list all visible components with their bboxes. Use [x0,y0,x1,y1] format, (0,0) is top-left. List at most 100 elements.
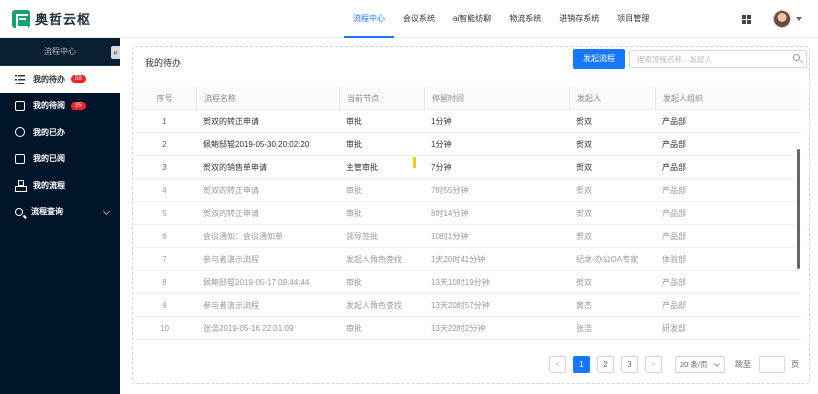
table-row[interactable]: 4 贺双的转正申请 审批 7时55分钟 贺双 产品部 [133,179,801,202]
cell-initiator-org: 体验部 [662,254,686,264]
cell-current-node: 审批 [346,139,362,149]
sidebar-item-label: 我的待办 [33,74,65,84]
cell-initiator-org: 产品部 [662,185,686,195]
cell-initiator-org: 产品部 [662,300,686,310]
jump-page-input[interactable] [759,356,785,373]
page-title: 我的待办 [145,58,182,68]
table-row[interactable]: 1 贺双的转正申请 审批 1分钟 贺双 产品部 [133,110,801,133]
table-row[interactable]: 10 张浩2019-05-16 22:01:09 审批 13天22时2分钟 张浩 研发部 [133,317,801,340]
cell-index: 3 [162,162,167,172]
table-row[interactable]: 8 佩鲍邸辊2019-05-17 09:44:44 审批 13天10时19分钟 贺双 产品… [133,271,801,294]
cell-current-node: 发起人角色查找 [346,254,402,264]
jump-to-label: 跳至 [735,360,751,369]
sidebar-item-read[interactable]: 我的已阅 [0,146,120,173]
cell-current-node: 审批 [346,208,362,218]
sidebar-item-my-process[interactable]: 我的流程 [0,172,120,199]
search-icon[interactable] [793,54,800,61]
sidebar-item-process-query[interactable]: 流程查询 [0,199,120,226]
nav-item-meeting-system[interactable]: 会议系统 [394,0,444,38]
list-icon [15,74,25,85]
cell-initiator: 黄杰 [576,300,592,310]
cell-initiator-org: 研发部 [662,323,686,333]
cell-process-name: 佩鲍邸辊2019-05-17 09:44:44 [203,277,310,287]
cell-index: 10 [160,323,169,333]
page-size-select[interactable]: 20 条/页 [675,356,725,373]
pagination: < 1 2 3 > 20 条/页 跳至 页 [549,356,799,373]
table-row[interactable]: 5 贺双的转正申请 审批 8时14分钟 贺双 产品部 [133,202,801,225]
cell-index: 4 [162,185,167,195]
table-row[interactable]: 2 佩鲍邸辊2019-05-30 20:02:20 审批 1分钟 贺双 产品部 [133,133,801,156]
sidebar-item-to-read[interactable]: 我的待阅 35 [0,93,120,120]
table-row[interactable]: 6 会议通知：会议通知单 领导签批 10时1分钟 贺双 产品部 [133,225,801,248]
table-row[interactable]: 9 参与者演示流程 发起人角色查找 13天20时57分钟 黄杰 产品部 [133,294,801,317]
cell-stay-time: 10时1分钟 [431,231,469,241]
sidebar-item-done[interactable]: 我的已办 [0,119,120,146]
cell-index: 2 [162,139,167,149]
cell-process-name: 佩鲍邸辊2019-05-30 20:02:20 [203,139,310,149]
cell-initiator-org: 产品部 [662,116,686,126]
todo-table: 序号 流程名称 当前节点 停留时间 发起人 发起人组织 1 贺双的转正申请 审批 1分… [133,87,801,340]
cell-initiator: 张浩 [576,323,592,333]
todo-count-badge: 58 [71,75,86,84]
next-page-button[interactable]: > [645,356,662,373]
sidebar-item-label: 流程查询 [31,207,63,217]
cell-initiator-org: 产品部 [662,139,686,149]
org-tree-icon [15,180,27,193]
nav-item-project-management[interactable]: 项目管理 [608,0,658,38]
cell-process-name: 参与者演示流程 [203,254,259,264]
app-grid-icon[interactable] [742,15,751,24]
cell-stay-time: 13天20时57分钟 [431,300,490,310]
column-header-initiator: 发起人 [569,87,655,109]
cell-initiator: 贺双 [576,139,592,149]
cell-current-node: 审批 [346,277,362,287]
document-icon [15,100,25,111]
text-cursor [413,157,416,168]
column-header-process-name: 流程名称 [196,87,339,109]
column-header-stay-time: 停留时间 [424,87,569,109]
column-header-initiator-org: 发起人组织 [655,87,801,109]
table-scrollbar[interactable] [797,149,800,269]
cell-initiator-org: 产品部 [662,277,686,287]
sidebar-item-label: 我的已阅 [33,154,65,164]
table-row[interactable]: 3 贺双的销售单申请 主管审批 7分钟 贺双 产品部 [133,156,801,179]
prev-page-button[interactable]: < [549,356,566,373]
page-1-button[interactable]: 1 [573,356,590,373]
cell-current-node: 审批 [346,116,362,126]
sidebar: 流程中心 « 我的待办 58 我的待阅 35 我的已办 我的已阅 我的流程 流程… [0,38,120,394]
cell-initiator: 贺双 [576,231,592,241]
cell-stay-time: 13天10时19分钟 [431,277,490,287]
cell-initiator: 纪龙-办公OA专家 [576,254,639,264]
user-avatar[interactable] [773,10,791,28]
page-2-button[interactable]: 2 [597,356,614,373]
cell-index: 5 [162,208,167,218]
cell-current-node: 领导签批 [346,231,378,241]
collapse-sidebar-button[interactable]: « [111,46,120,59]
column-header-current-node: 当前节点 [339,87,424,109]
page-3-button[interactable]: 3 [621,356,638,373]
cell-index: 8 [162,277,167,287]
to-read-count-badge: 35 [71,101,86,110]
clock-check-icon [15,127,25,138]
nav-item-process-center[interactable]: 流程中心 [344,0,394,38]
table-header: 序号 流程名称 当前节点 停留时间 发起人 发起人组织 [133,87,801,110]
table-row[interactable]: 7 参与者演示流程 发起人角色查找 1天20时41分钟 纪龙-办公OA专家 体验部 [133,248,801,271]
cell-initiator: 贺双 [576,116,592,126]
cell-initiator-org: 产品部 [662,162,686,172]
cell-initiator: 贺双 [576,162,592,172]
cell-stay-time: 1天20时41分钟 [431,254,486,264]
search-input[interactable] [629,50,807,68]
cell-process-name: 贺双的转正申请 [203,116,259,126]
caret-down-icon[interactable] [796,17,802,21]
cell-process-name: 会议通知：会议通知单 [203,231,283,241]
cell-process-name: 张浩2019-05-16 22:01:09 [203,323,294,333]
cell-stay-time: 8时14分钟 [431,208,469,218]
nav-item-logistics[interactable]: 物流系统 [500,0,550,38]
logo-icon [12,9,30,28]
sidebar-item-todo[interactable]: 我的待办 58 [0,66,120,93]
main-panel: 我的待办 发起流程 序号 流程名称 当前节点 停留时间 发起人 发起人组织 1 贺… [132,46,810,384]
nav-item-inventory[interactable]: 进销存系统 [550,0,608,38]
cell-initiator-org: 产品部 [662,208,686,218]
brand-logo[interactable]: 奥哲云枢 [12,9,91,28]
nav-item-ai-chat[interactable]: ai智能纺聊 [444,0,500,38]
start-process-button[interactable]: 发起流程 [573,49,625,69]
